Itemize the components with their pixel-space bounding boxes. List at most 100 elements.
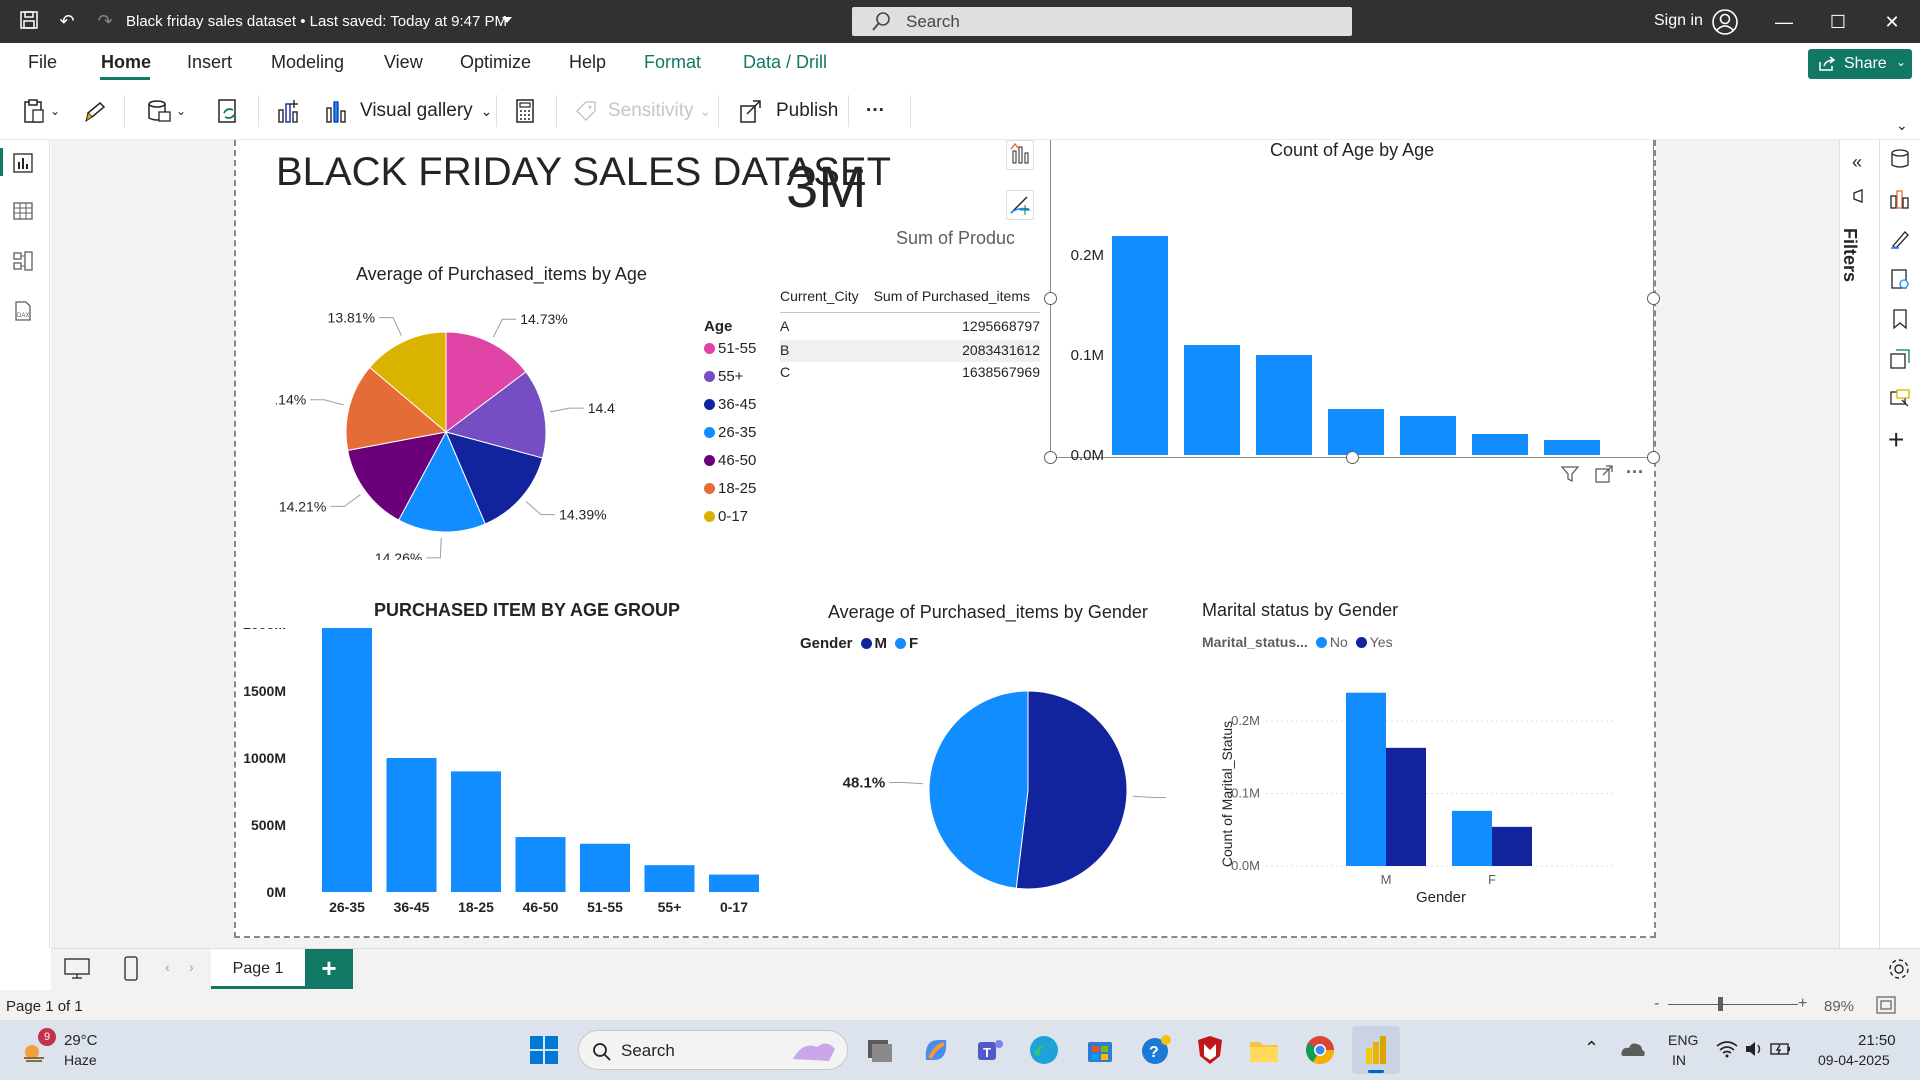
title-dropdown-icon[interactable]: [502, 17, 512, 23]
resize-handle[interactable]: [1647, 292, 1660, 305]
legend-item[interactable]: 46-50: [704, 452, 756, 469]
resize-handle[interactable]: [1044, 292, 1057, 305]
add-page-button[interactable]: +: [305, 949, 353, 989]
visual-filter-icon[interactable]: [1560, 464, 1580, 489]
table-view-icon[interactable]: [12, 200, 34, 227]
selection-pane-icon[interactable]: [1889, 388, 1911, 415]
count-age-chart[interactable]: 0.0M0.1M0.2M26-3536-4518-2546-5051-5555+…: [1056, 170, 1646, 460]
store-icon[interactable]: [1080, 1030, 1120, 1070]
menu-home[interactable]: Home: [101, 52, 151, 73]
redo-icon[interactable]: ↷: [94, 10, 116, 32]
city-table[interactable]: Current_City Sum of Purchased_items A 12…: [780, 288, 1040, 388]
maximize-icon[interactable]: ☐: [1818, 8, 1858, 36]
clock-time[interactable]: 21:50: [1858, 1032, 1896, 1049]
bookmarks-pane-icon[interactable]: [1889, 308, 1911, 335]
fit-to-page-icon[interactable]: [1876, 996, 1896, 1018]
ribbon-collapse-icon[interactable]: ⌄: [1896, 117, 1908, 134]
power-bi-taskbar-button[interactable]: [1352, 1026, 1400, 1074]
focus-mode-icon[interactable]: [1594, 464, 1614, 489]
menu-data-drill[interactable]: Data / Drill: [743, 52, 827, 73]
marital-chart[interactable]: 0.0M 0.1M 0.2M M F Gender Count of Marital_Sta…: [1196, 656, 1636, 936]
visual-gallery-button[interactable]: Visual gallery ⌄: [324, 95, 492, 127]
zoom-out-icon[interactable]: -: [1654, 995, 1659, 1013]
drill-up-icon[interactable]: [1006, 140, 1034, 170]
sensitivity-button[interactable]: Sensitivity ⌄: [574, 95, 711, 127]
legend-item[interactable]: 36-45: [704, 396, 756, 413]
add-pane-icon[interactable]: +: [1888, 424, 1904, 456]
model-view-icon[interactable]: [12, 250, 34, 277]
help-app-icon[interactable]: ?: [1136, 1030, 1176, 1070]
share-button[interactable]: Share ⌄: [1808, 49, 1912, 79]
calculator-button[interactable]: [514, 95, 536, 127]
prev-page-icon[interactable]: ‹: [165, 959, 170, 975]
resize-handle[interactable]: [1346, 451, 1359, 464]
edit-visual-icon[interactable]: [1006, 190, 1034, 220]
next-page-icon[interactable]: ›: [189, 959, 194, 975]
mobile-view-icon[interactable]: [123, 955, 139, 988]
get-data-button[interactable]: ⌄: [146, 95, 186, 127]
visualizations-pane-icon[interactable]: [1889, 188, 1911, 215]
legend-item[interactable]: 55+: [704, 368, 743, 385]
copilot-icon[interactable]: [916, 1030, 956, 1070]
card-visual[interactable]: 3M: [766, 154, 926, 234]
search-input[interactable]: Search: [852, 7, 1352, 36]
more-options-button[interactable]: ···: [866, 95, 885, 127]
zoom-slider-thumb[interactable]: [1718, 997, 1723, 1011]
format-pane-icon[interactable]: [1889, 228, 1911, 255]
windows-start-icon[interactable]: [524, 1030, 564, 1070]
settings-icon[interactable]: [1887, 957, 1911, 986]
menu-insert[interactable]: Insert: [187, 52, 232, 73]
dax-query-view-icon[interactable]: DAX: [12, 300, 34, 327]
file-explorer-icon[interactable]: [1244, 1030, 1284, 1070]
legend-item[interactable]: 51-55: [704, 340, 756, 357]
close-icon[interactable]: ✕: [1872, 8, 1912, 36]
zoom-slider[interactable]: [1668, 1004, 1798, 1005]
collapse-pane-icon[interactable]: «: [1852, 152, 1862, 173]
report-view-icon[interactable]: [12, 152, 34, 179]
menu-file[interactable]: File: [28, 52, 57, 73]
format-painter-button[interactable]: [84, 95, 108, 127]
legend-item[interactable]: 18-25: [704, 480, 756, 497]
minimize-icon[interactable]: —: [1764, 8, 1804, 36]
paste-button[interactable]: ⌄: [22, 95, 60, 127]
wifi-icon[interactable]: [1716, 1040, 1738, 1063]
onedrive-icon[interactable]: [1620, 1040, 1646, 1063]
account-icon[interactable]: [1712, 9, 1738, 35]
battery-icon[interactable]: [1770, 1040, 1792, 1063]
save-icon[interactable]: [18, 10, 40, 32]
undo-icon[interactable]: ↶: [56, 10, 78, 32]
menu-format[interactable]: Format: [644, 52, 701, 73]
menu-help[interactable]: Help: [569, 52, 606, 73]
refresh-button[interactable]: [216, 95, 242, 127]
menu-optimize[interactable]: Optimize: [460, 52, 531, 73]
mcafee-icon[interactable]: [1190, 1030, 1230, 1070]
task-view-icon[interactable]: [860, 1030, 900, 1070]
show-hidden-icons-icon[interactable]: ⌃: [1584, 1038, 1599, 1059]
menu-modeling[interactable]: Modeling: [271, 52, 344, 73]
visual-more-options-icon[interactable]: ···: [1626, 462, 1644, 483]
publish-button[interactable]: Publish: [738, 95, 838, 127]
legend-item[interactable]: 26-35: [704, 424, 756, 441]
resize-handle[interactable]: [1044, 451, 1057, 464]
page-tab-1[interactable]: Page 1: [211, 949, 305, 989]
desktop-view-icon[interactable]: [63, 957, 91, 986]
clock-date[interactable]: 09-04-2025: [1818, 1052, 1890, 1068]
teams-icon[interactable]: T: [970, 1030, 1010, 1070]
pie-gender-chart[interactable]: 51.9%48.1%: [796, 660, 1166, 920]
filters-pane[interactable]: « Filters: [1839, 140, 1879, 948]
taskbar-search[interactable]: Search: [578, 1030, 848, 1070]
legend-item[interactable]: 0-17: [704, 508, 748, 525]
zoom-in-icon[interactable]: +: [1798, 995, 1807, 1013]
purchased-age-chart[interactable]: 0M 500M 1000M 1500M 2000M 26-35 36-45 18-25 46-5…: [236, 628, 776, 928]
chrome-icon[interactable]: [1300, 1030, 1340, 1070]
language-code[interactable]: ENG: [1668, 1032, 1698, 1048]
sync-slicers-icon[interactable]: [1889, 348, 1911, 375]
analytics-pane-icon[interactable]: [1889, 268, 1911, 295]
resize-handle[interactable]: [1647, 451, 1660, 464]
menu-view[interactable]: View: [384, 52, 423, 73]
new-visual-button[interactable]: [276, 95, 302, 127]
data-pane-icon[interactable]: [1889, 148, 1911, 175]
pie-age-chart[interactable]: 14.73% 14.47% 14.39% 14.26% 14.21% 14.14% 13.8…: [276, 300, 616, 560]
language-region[interactable]: IN: [1672, 1052, 1686, 1068]
sign-in-link[interactable]: Sign in: [1654, 12, 1703, 30]
